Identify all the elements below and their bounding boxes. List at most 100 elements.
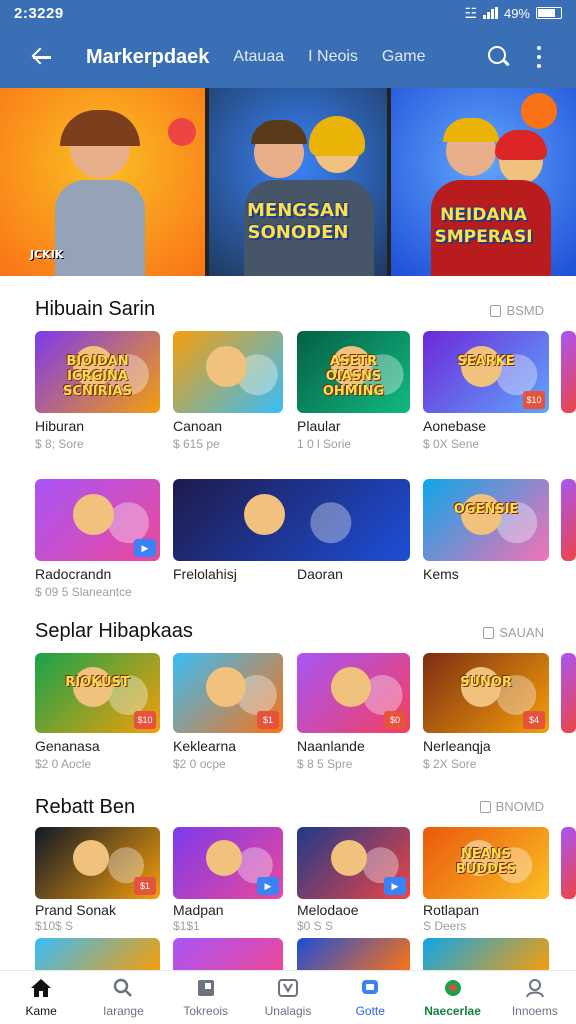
tab-1[interactable]: Atauaa bbox=[233, 48, 284, 66]
game-tile[interactable]: SUNOR $4 bbox=[423, 653, 549, 733]
status-time: 2:3229 bbox=[14, 4, 64, 22]
game-tile[interactable]: RIOKUST $10 bbox=[35, 653, 160, 733]
game-title[interactable]: Kems bbox=[423, 566, 459, 582]
game-tile[interactable] bbox=[297, 938, 410, 970]
character-figure bbox=[206, 667, 246, 708]
game-tile-partial[interactable] bbox=[561, 479, 576, 561]
game-tile[interactable] bbox=[35, 938, 160, 970]
game-tile[interactable]: ▶ bbox=[173, 827, 283, 899]
character-figure bbox=[206, 345, 247, 387]
game-tile[interactable]: ▶ bbox=[35, 479, 160, 561]
nav-item[interactable]: Tokreois bbox=[165, 971, 247, 1024]
game-tile[interactable]: ASETR OIASNS OHMING bbox=[297, 331, 410, 413]
tab-2[interactable]: I Neois bbox=[308, 48, 358, 66]
play-badge: ▶ bbox=[384, 877, 406, 895]
section-tag[interactable]: BNOMD bbox=[479, 799, 544, 814]
price-badge: $1 bbox=[257, 711, 279, 729]
nav-item[interactable]: Unalagis bbox=[247, 971, 329, 1024]
game-art-title: RIOKUST bbox=[65, 675, 130, 691]
hero-banner-1[interactable]: JCKIK bbox=[0, 88, 205, 276]
game-subtitle: $0 S S bbox=[297, 919, 334, 933]
battery-icon bbox=[536, 7, 562, 19]
game-tile[interactable] bbox=[173, 331, 283, 413]
section-tag[interactable]: SAUAN bbox=[483, 625, 544, 640]
game-artwork: NEANS BUDDES bbox=[423, 827, 549, 899]
game-title[interactable]: Genanasa bbox=[35, 738, 100, 754]
profile-icon bbox=[524, 978, 546, 998]
nav-item[interactable]: Kame bbox=[0, 971, 82, 1024]
back-arrow-icon[interactable] bbox=[30, 43, 58, 71]
game-title[interactable]: Hiburan bbox=[35, 418, 84, 434]
nav-item-label: Gotte bbox=[355, 1003, 385, 1018]
character-figure bbox=[72, 493, 114, 535]
game-tile[interactable]: SEARKE $10 bbox=[423, 331, 549, 413]
game-subtitle: $ 2X Sore bbox=[423, 757, 477, 771]
hero-banner-3[interactable]: NEIDANA SMPERASI bbox=[391, 88, 576, 276]
game-subtitle: $ 615 pe bbox=[173, 437, 220, 451]
hero-banner-caption: NEIDANA SMPERASI bbox=[434, 205, 533, 247]
price-badge: $4 bbox=[523, 711, 545, 729]
nav-item[interactable]: Gotte bbox=[329, 971, 411, 1024]
signal-icon bbox=[482, 7, 498, 19]
lock-icon bbox=[490, 304, 502, 317]
game-title[interactable]: Frelolahisj bbox=[173, 566, 237, 582]
nav-item-label: Tokreois bbox=[183, 1003, 229, 1018]
section-title: Seplar Hibapkaas bbox=[35, 620, 193, 642]
game-tile[interactable]: OGENSIE bbox=[423, 479, 549, 561]
game-subtitle: $10$ S bbox=[35, 919, 74, 933]
game-title[interactable]: Nerleanqja bbox=[423, 738, 491, 754]
game-art-title: SUNOR bbox=[460, 675, 512, 691]
game-title[interactable]: Plaular bbox=[297, 418, 341, 434]
nav-item[interactable]: Naecerlae bbox=[411, 971, 493, 1024]
game-tile[interactable]: NEANS BUDDES bbox=[423, 827, 549, 899]
battery-percent: 49% bbox=[503, 5, 530, 21]
section-title: Rebatt Ben bbox=[35, 796, 136, 818]
game-tile[interactable]: $1 bbox=[35, 827, 160, 899]
nav-item-label: Unalagis bbox=[264, 1003, 312, 1018]
game-title[interactable]: Naanlande bbox=[297, 738, 365, 754]
character-figure bbox=[244, 493, 286, 535]
nav-item-label: Iarange bbox=[103, 1003, 144, 1018]
game-title[interactable]: Canoan bbox=[173, 418, 222, 434]
more-options-icon[interactable] bbox=[536, 46, 542, 68]
section-title: Hibuain Sarin bbox=[35, 298, 156, 320]
game-tile[interactable]: $1 bbox=[173, 653, 283, 733]
hero-carousel[interactable]: JCKIK MENGSAN SONODEN NEIDANA SMPERASI bbox=[0, 88, 576, 276]
bottom-navigation: Kame Iarange Tokreois Unalagis Gotte Naecerla… bbox=[0, 970, 576, 1024]
game-title[interactable]: Radocrandn bbox=[35, 566, 111, 582]
game-tile[interactable] bbox=[173, 938, 283, 970]
section-tag[interactable]: BSMD bbox=[490, 303, 544, 318]
game-title[interactable]: Prand Sonak bbox=[35, 902, 116, 918]
game-tile-partial[interactable] bbox=[561, 827, 576, 899]
game-title[interactable]: Keklearna bbox=[173, 738, 236, 754]
game-tile[interactable]: BIOIDAN ICRGINA SCNIRIAS bbox=[35, 331, 160, 413]
game-subtitle: $ 8; Sore bbox=[35, 437, 84, 451]
heart-icon bbox=[442, 978, 464, 998]
game-title[interactable]: Aonebase bbox=[423, 418, 486, 434]
play-badge: ▶ bbox=[134, 539, 156, 557]
game-tile-partial[interactable] bbox=[561, 331, 576, 413]
game-subtitle: $1$1 bbox=[173, 919, 200, 933]
game-title[interactable]: Daoran bbox=[297, 566, 343, 582]
game-tile[interactable] bbox=[423, 938, 549, 970]
game-subtitle: $2 0 ocpe bbox=[173, 757, 226, 771]
game-artwork bbox=[173, 331, 283, 413]
status-bar: 2:3229 ☳ 49% bbox=[0, 0, 576, 26]
game-tile[interactable]: $0 bbox=[297, 653, 410, 733]
nav-item[interactable]: Iarange bbox=[82, 971, 164, 1024]
nav-item-label: Naecerlae bbox=[424, 1003, 481, 1018]
character-figure bbox=[330, 839, 367, 876]
game-tile[interactable]: ▶ bbox=[297, 827, 410, 899]
hero-banner-2[interactable]: MENGSAN SONODEN bbox=[209, 88, 387, 276]
nav-item-label: Innoems bbox=[511, 1003, 558, 1018]
game-tile-partial[interactable] bbox=[561, 653, 576, 733]
search-icon[interactable] bbox=[488, 46, 510, 68]
tab-3[interactable]: Game bbox=[382, 48, 426, 66]
game-title[interactable]: Rotlapan bbox=[423, 902, 479, 918]
game-subtitle: $ 8 5 Spre bbox=[297, 757, 353, 771]
game-title[interactable]: Madpan bbox=[173, 902, 224, 918]
nav-item[interactable]: Innoems bbox=[494, 971, 576, 1024]
bookmark-icon bbox=[195, 978, 217, 998]
game-tile[interactable] bbox=[173, 479, 410, 561]
game-title[interactable]: Melodaoe bbox=[297, 902, 359, 918]
